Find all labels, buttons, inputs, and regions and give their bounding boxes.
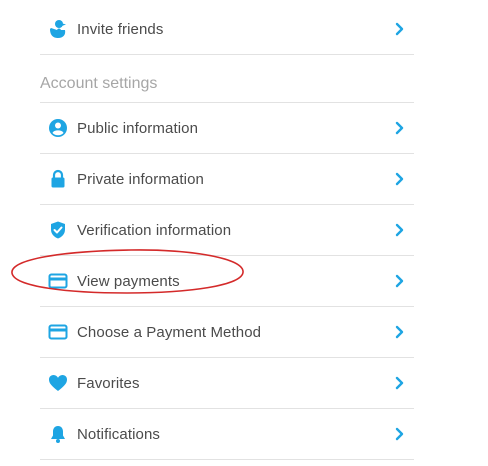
menu-item-view-payments[interactable]: View payments <box>40 256 414 307</box>
menu-item-label: View payments <box>77 272 180 290</box>
menu-item-label: Invite friends <box>77 20 164 38</box>
lock-icon <box>48 169 68 189</box>
chevron-right-icon <box>394 172 406 186</box>
credit-card-icon <box>48 271 68 291</box>
chevron-right-icon <box>394 121 406 135</box>
settings-menu: Invite friends Account settings Public i… <box>40 4 414 460</box>
chevron-right-icon <box>394 274 406 288</box>
chevron-right-icon <box>394 223 406 237</box>
credit-card-icon <box>48 322 68 342</box>
section-title-account-settings: Account settings <box>40 55 414 103</box>
menu-item-choose-payment-method[interactable]: Choose a Payment Method <box>40 307 414 358</box>
duck-icon <box>48 19 68 39</box>
menu-item-label: Notifications <box>77 425 161 443</box>
menu-item-notifications[interactable]: Notifications <box>40 409 414 460</box>
menu-item-label: Verification information <box>77 221 232 239</box>
menu-item-label: Public information <box>77 119 199 137</box>
menu-item-label: Private information <box>77 170 204 188</box>
chevron-right-icon <box>394 325 406 339</box>
menu-item-invite-friends[interactable]: Invite friends <box>40 4 414 55</box>
menu-item-private-information[interactable]: Private information <box>40 154 414 205</box>
menu-item-public-information[interactable]: Public information <box>40 103 414 154</box>
menu-item-label: Choose a Payment Method <box>77 323 262 341</box>
chevron-right-icon <box>394 22 406 36</box>
shield-check-icon <box>48 220 68 240</box>
bell-icon <box>48 424 68 444</box>
menu-item-favorites[interactable]: Favorites <box>40 358 414 409</box>
menu-item-verification-information[interactable]: Verification information <box>40 205 414 256</box>
chevron-right-icon <box>394 427 406 441</box>
user-circle-icon <box>48 118 68 138</box>
menu-item-label: Favorites <box>77 374 140 392</box>
heart-icon <box>48 373 68 393</box>
chevron-right-icon <box>394 376 406 390</box>
